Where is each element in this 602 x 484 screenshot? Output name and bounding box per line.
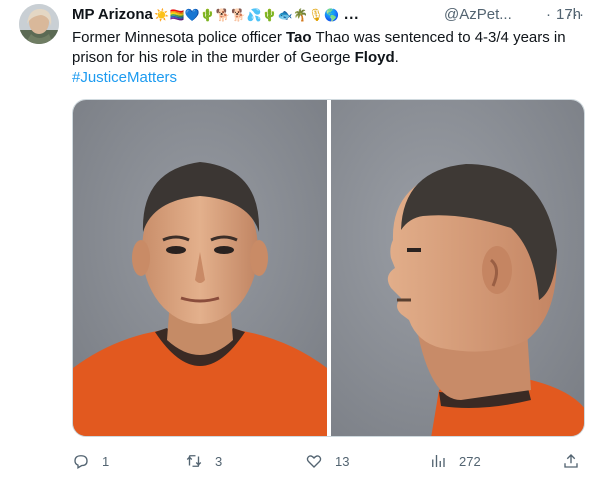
- tweet-actions: 1 3 13 272: [72, 450, 587, 472]
- separator-dot: ·: [546, 6, 551, 23]
- share-icon: [564, 454, 578, 468]
- mugshot-front-image[interactable]: [73, 100, 327, 437]
- tweet-text: Former Minnesota police officer Tao Thao…: [72, 28, 587, 88]
- reply-icon: [74, 455, 88, 469]
- author-avatar[interactable]: [19, 4, 59, 44]
- reply-button[interactable]: 1: [72, 450, 109, 472]
- name-ellipsis: ...: [343, 8, 360, 22]
- views-count: 272: [459, 453, 481, 469]
- heart-icon: [306, 455, 322, 468]
- share-button[interactable]: [562, 450, 580, 472]
- retweet-icon: [186, 455, 202, 467]
- mugshot-profile-image[interactable]: [331, 100, 585, 437]
- tweet-text-part: .: [394, 49, 399, 66]
- retweet-button[interactable]: 3: [185, 450, 222, 472]
- hashtag-link[interactable]: #JusticeMatters: [72, 69, 177, 86]
- tweet-text-bold: Floyd: [354, 49, 395, 66]
- views-button[interactable]: 272: [429, 450, 481, 472]
- author-name[interactable]: MP Arizona: [72, 5, 153, 25]
- emoji-list: ☀️🏳️‍🌈💙🌵🐕🐕💦🌵🐟🌴🎙🌎: [154, 8, 340, 22]
- tweet-text-bold: Tao: [285, 29, 312, 46]
- author-handle[interactable]: @AzPet...: [444, 5, 512, 25]
- retweet-count: 3: [215, 453, 223, 469]
- tweet-text-part: Former Minnesota police officer: [72, 29, 286, 46]
- reply-count: 1: [102, 453, 110, 469]
- author-emojis: ☀️🏳️‍🌈💙🌵🐕🐕💦🌵🐟🌴🎙🌎 ...: [154, 5, 359, 25]
- tweet-card[interactable]: MP Arizona ☀️🏳️‍🌈💙🌵🐕🐕💦🌵🐟🌴🎙🌎 ... @AzPet..…: [0, 0, 602, 484]
- like-count: 13: [335, 453, 350, 469]
- tweet-media[interactable]: [72, 99, 585, 437]
- tweet-header: MP Arizona ☀️🏳️‍🌈💙🌵🐕🐕💦🌵🐟🌴🎙🌎 ... @AzPet..…: [72, 5, 592, 25]
- more-options-icon[interactable]: ···: [566, 5, 586, 25]
- views-chart-icon: [432, 455, 445, 467]
- like-button[interactable]: 13: [305, 450, 349, 472]
